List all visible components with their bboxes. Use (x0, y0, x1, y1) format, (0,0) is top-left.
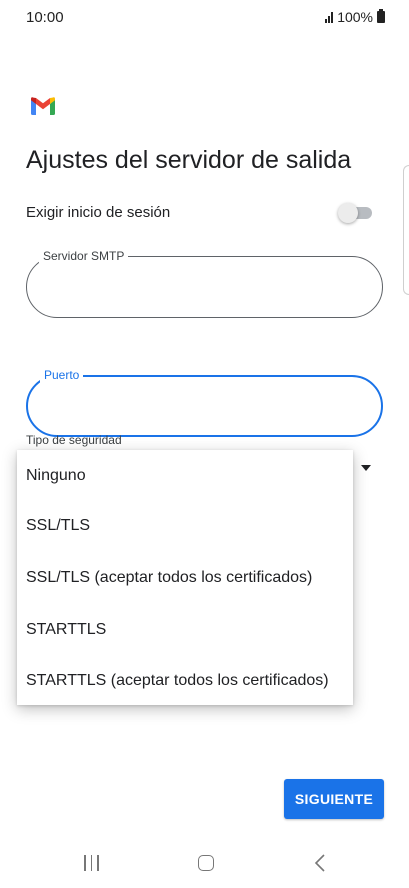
gmail-logo (31, 97, 55, 115)
smtp-server-label: Servidor SMTP (39, 248, 129, 264)
page-title: Ajustes del servidor de salida (26, 146, 352, 174)
menu-item-starttls-all-certs[interactable]: STARTTLS (aceptar todos los certificados… (26, 672, 329, 690)
home-icon[interactable] (198, 855, 214, 871)
battery-icon (377, 9, 385, 23)
menu-item-starttls[interactable]: STARTTLS (26, 621, 106, 639)
security-type-menu: Ninguno SSL/TLS SSL/TLS (aceptar todos l… (17, 450, 353, 705)
menu-item-ssl-tls[interactable]: SSL/TLS (26, 517, 90, 535)
status-bar: 10:00 100% (0, 0, 409, 34)
status-icons: 100% (325, 9, 385, 25)
smtp-server-input[interactable]: Servidor SMTP (26, 248, 383, 318)
port-label: Puerto (40, 367, 84, 383)
security-type-label: Tipo de seguridad (26, 433, 122, 447)
signal-icon (325, 11, 334, 23)
require-login-label: Exigir inicio de sesión (26, 204, 171, 221)
next-button[interactable]: SIGUIENTE (284, 779, 384, 819)
require-login-toggle[interactable] (338, 203, 372, 223)
recent-apps-icon[interactable] (84, 855, 99, 871)
port-input[interactable]: Puerto (26, 367, 383, 437)
menu-item-ssl-tls-all-certs[interactable]: SSL/TLS (aceptar todos los certificados) (26, 569, 312, 587)
status-time: 10:00 (26, 9, 64, 26)
screen: 10:00 100% Ajustes del servidor de salid… (0, 0, 409, 888)
dropdown-arrow-icon[interactable] (361, 465, 371, 471)
edge-panel-handle[interactable] (403, 165, 409, 295)
back-icon[interactable] (314, 853, 326, 873)
battery-percent: 100% (337, 9, 373, 25)
navigation-bar (0, 838, 409, 888)
menu-item-ninguno[interactable]: Ninguno (26, 467, 86, 485)
toggle-thumb (338, 203, 358, 223)
